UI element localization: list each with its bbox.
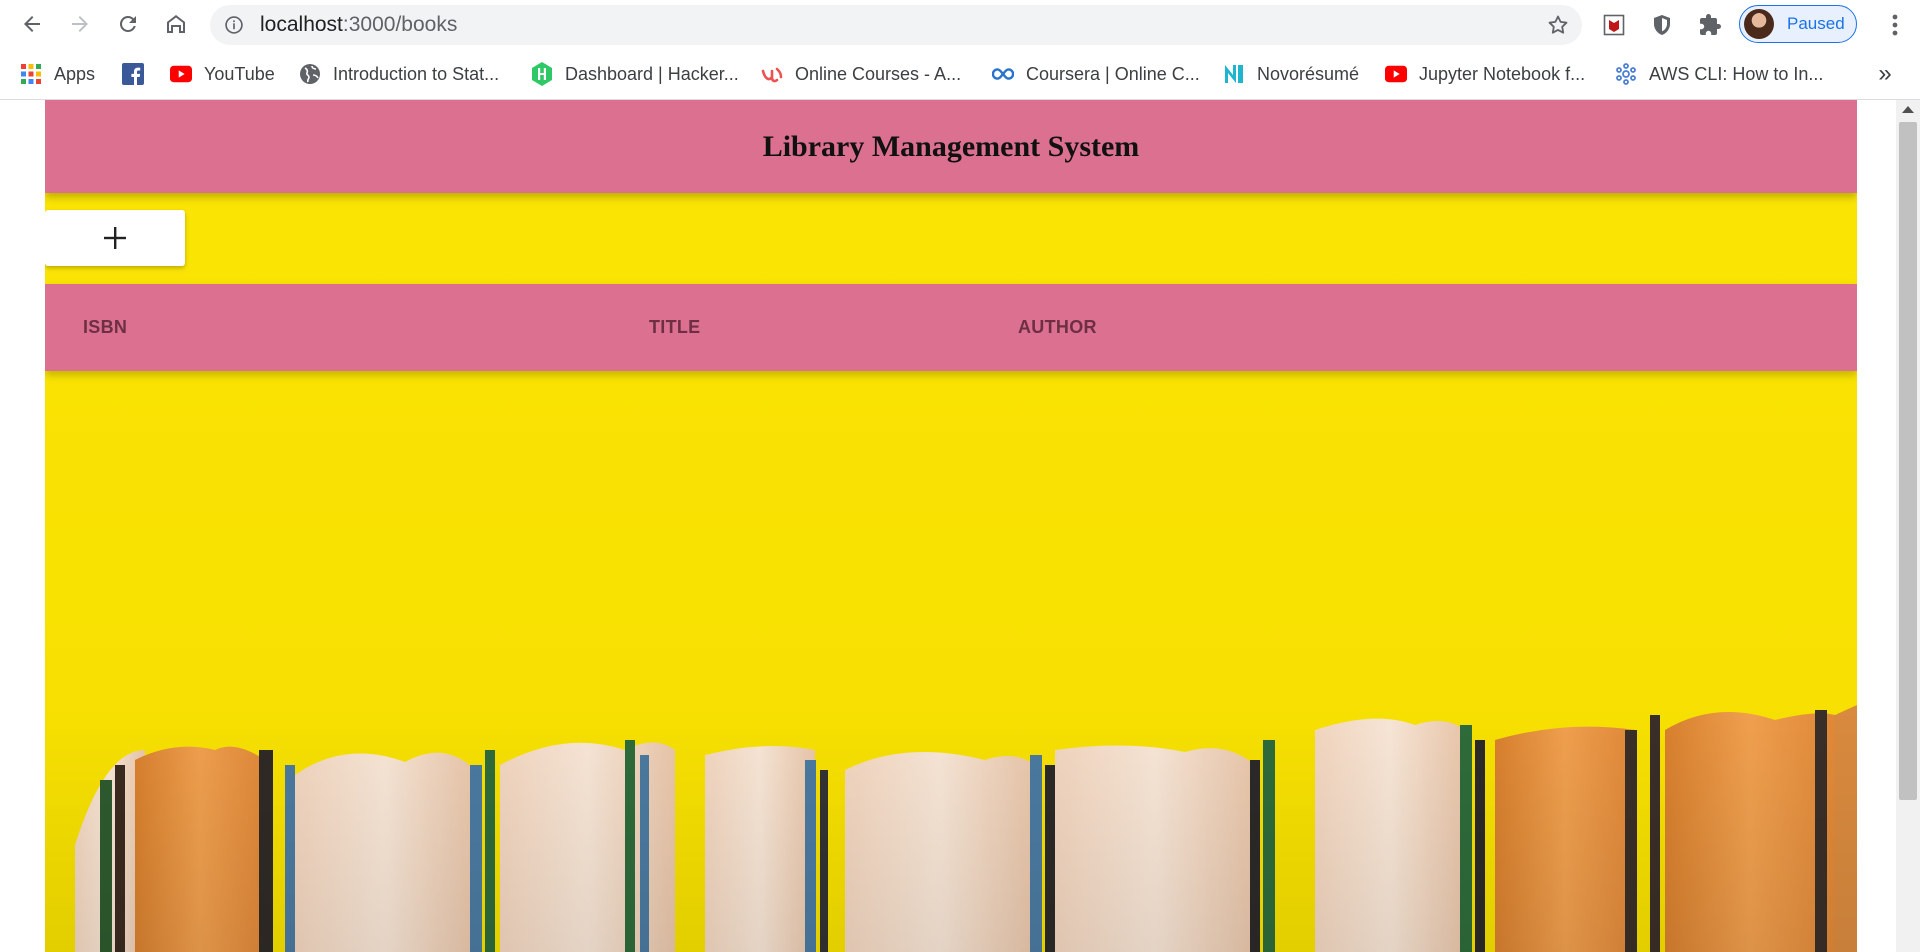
reload-icon [119, 15, 136, 32]
browser-toolbar: localhost:3000/books Paused [0, 0, 1920, 50]
url-host: localhost [260, 13, 343, 36]
bookmark-label: Apps [54, 63, 96, 84]
arrow-right-icon [72, 16, 88, 32]
more-vertical-icon [1892, 14, 1898, 36]
extension-mcafee-button[interactable] [1600, 11, 1628, 39]
page-title: Library Management System [762, 129, 1140, 163]
youtube-icon [170, 63, 192, 85]
column-header-isbn[interactable]: ISBN [83, 284, 127, 371]
globe-icon [299, 63, 321, 85]
bookmark-apps[interactable]: Apps [20, 61, 95, 87]
bookmark-label: Coursera | Online C... [1026, 63, 1200, 84]
bookmark-hackerrank[interactable]: Dashboard | Hacker... [531, 61, 739, 87]
bookmark-label: Jupyter Notebook f... [1419, 63, 1586, 84]
url-text[interactable]: localhost:3000/books [260, 5, 457, 45]
bookmark-jupyter-notebook[interactable]: Jupyter Notebook f... [1385, 61, 1585, 87]
youtube-icon [1385, 63, 1407, 85]
bookmark-youtube[interactable]: YouTube [170, 61, 275, 87]
column-header-author[interactable]: AUTHOR [1018, 284, 1097, 371]
address-bar[interactable]: localhost:3000/books [210, 5, 1582, 45]
books-table-header: ISBN TITLE AUTHOR [45, 284, 1857, 371]
bookmark-introduction-to-stat[interactable]: Introduction to Stat... [299, 61, 499, 87]
udemy-icon [761, 63, 783, 85]
back-button[interactable] [14, 6, 50, 42]
books-background-image [45, 700, 1857, 952]
home-button[interactable] [158, 6, 194, 42]
add-book-button[interactable] [45, 210, 185, 266]
bookmark-label: AWS CLI: How to In... [1649, 63, 1824, 84]
library-app: Library Management System ISBN TITLE AUT… [45, 100, 1857, 952]
home-icon [167, 15, 185, 33]
reload-button[interactable] [110, 6, 146, 42]
aws-icon [1615, 63, 1637, 85]
shield-icon [1654, 15, 1670, 35]
profile-status-label: Paused [1787, 14, 1845, 33]
bookmarks-overflow-button[interactable]: » [1872, 62, 1898, 88]
bookmark-label: Introduction to Stat... [333, 63, 500, 84]
bookmark-label: Dashboard | Hacker... [565, 63, 739, 84]
avatar [1744, 9, 1774, 39]
scrollbar-thumb[interactable] [1899, 122, 1917, 800]
scroll-up-arrow-icon[interactable] [1902, 106, 1914, 113]
bookmarks-bar: Apps YouTube Introduction to Stat... Das… [0, 50, 1920, 100]
plus-icon [104, 227, 126, 249]
facebook-icon [122, 63, 144, 85]
bookmark-label: Online Courses - A... [795, 63, 962, 84]
novoresume-icon [1223, 63, 1245, 85]
forward-button[interactable] [62, 6, 98, 42]
extensions-button[interactable] [1696, 11, 1724, 39]
extension-shield-button[interactable] [1648, 11, 1676, 39]
mcafee-icon [1603, 14, 1625, 36]
puzzle-icon [1700, 14, 1721, 35]
column-header-title[interactable]: TITLE [649, 284, 701, 371]
bookmark-star-icon[interactable] [1546, 13, 1570, 37]
app-header: Library Management System [45, 100, 1857, 193]
page-viewport: Library Management System ISBN TITLE AUT… [0, 100, 1896, 952]
bookmark-label: YouTube [204, 63, 275, 84]
profile-button[interactable]: Paused [1739, 5, 1857, 43]
browser-menu-button[interactable] [1878, 8, 1912, 42]
bookmark-coursera[interactable]: Coursera | Online C... [992, 61, 1200, 87]
page-scrollbar[interactable] [1896, 100, 1920, 952]
bookmark-udemy[interactable]: Online Courses - A... [761, 61, 961, 87]
bookmark-novoresume[interactable]: Novorésumé [1223, 61, 1359, 87]
info-icon[interactable] [224, 15, 244, 35]
bookmark-label: Novorésumé [1257, 63, 1360, 84]
apps-grid-icon [20, 63, 42, 85]
hackerrank-icon [531, 62, 553, 86]
arrow-left-icon [24, 16, 40, 32]
bookmark-aws-cli[interactable]: AWS CLI: How to In... [1615, 61, 1823, 87]
coursera-icon [992, 63, 1014, 85]
bookmark-facebook[interactable] [122, 61, 156, 87]
url-path: :3000/books [342, 13, 458, 36]
